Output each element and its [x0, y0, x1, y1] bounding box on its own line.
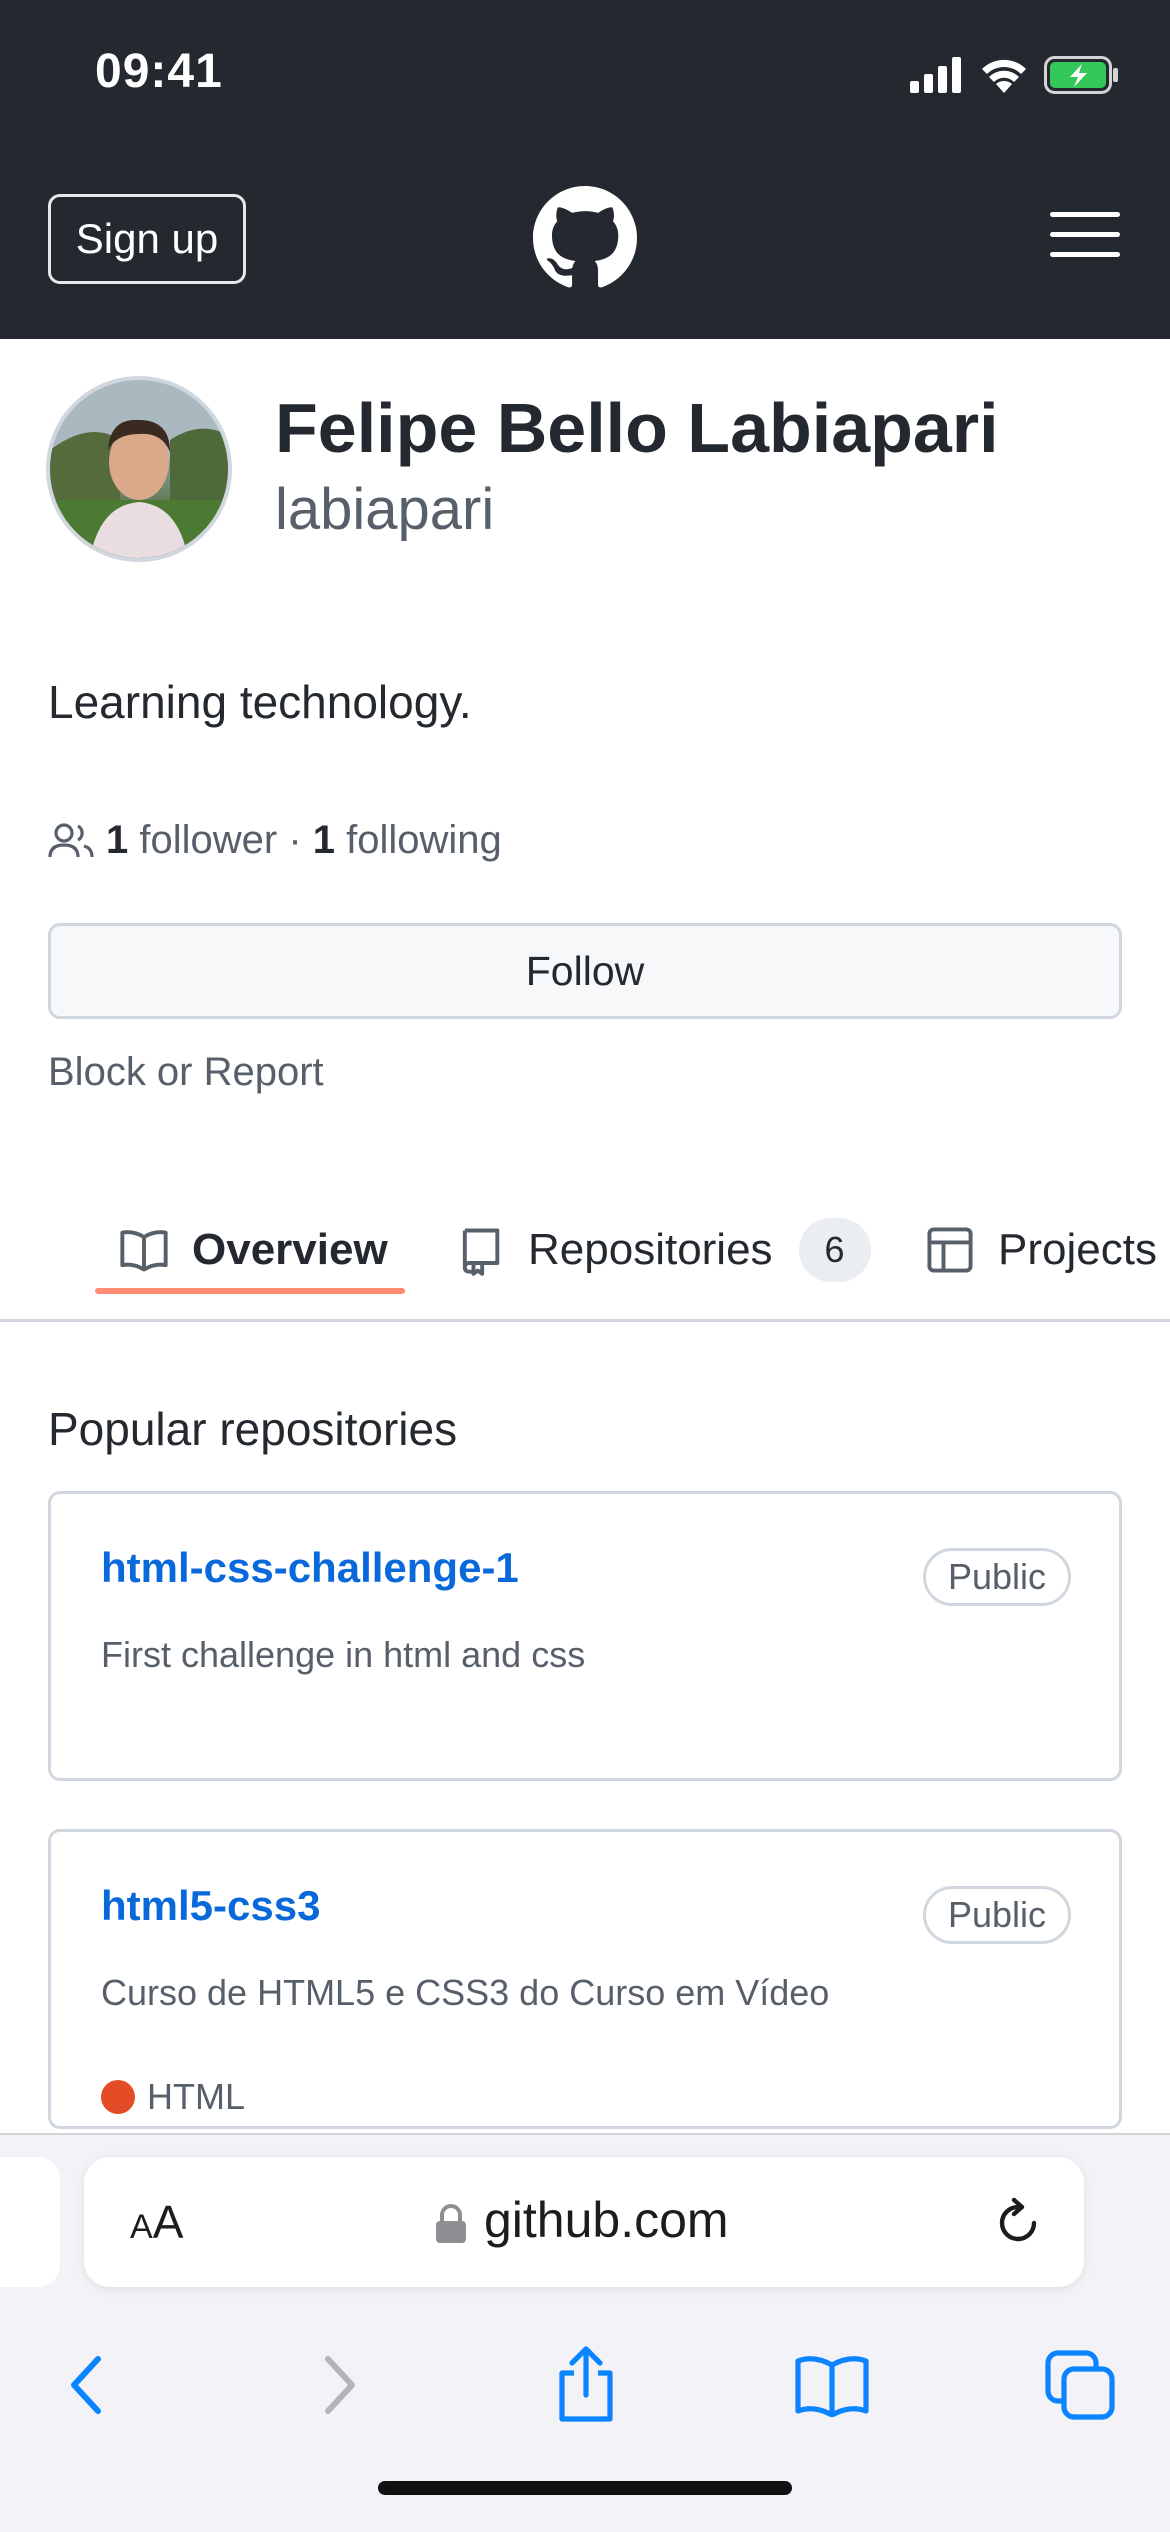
visibility-badge: Public: [922, 1886, 1071, 1944]
github-logo-icon[interactable]: [533, 186, 637, 290]
open-book-icon: [795, 2356, 869, 2417]
language-label: HTML: [147, 2076, 245, 2117]
repo-language: HTML: [101, 2076, 245, 2118]
status-time: 09:41: [95, 45, 223, 98]
profile-tabs: Overview Repositories 6 Projects: [0, 1180, 1170, 1322]
followers-label: follower: [139, 818, 278, 862]
follow-stats: 1 follower · 1 following: [48, 818, 502, 863]
wifi-icon: [982, 59, 1026, 93]
previous-tab-preview[interactable]: [0, 2157, 60, 2287]
visibility-badge: Public: [922, 1548, 1071, 1606]
share-button[interactable]: [546, 2345, 626, 2425]
sign-up-button[interactable]: Sign up: [48, 194, 246, 284]
address-bar[interactable]: AA github.com: [84, 2157, 1084, 2287]
back-button[interactable]: [46, 2345, 126, 2425]
active-tab-underline: [95, 1288, 405, 1294]
tab-overview[interactable]: Overview: [118, 1180, 388, 1319]
tab-overview-label: Overview: [192, 1224, 388, 1274]
reader-text-size-button[interactable]: AA: [130, 2195, 183, 2249]
reload-icon[interactable]: [992, 2197, 1044, 2249]
avatar[interactable]: [46, 376, 232, 562]
repo-icon: [462, 1228, 500, 1276]
tabs-button[interactable]: [1040, 2345, 1120, 2425]
profile-bio: Learning technology.: [48, 676, 472, 728]
hamburger-menu-icon[interactable]: [1050, 210, 1120, 260]
url-text: github.com: [484, 2192, 729, 2248]
bookmarks-button[interactable]: [792, 2345, 872, 2425]
book-icon: [120, 1229, 168, 1271]
aa-small: A: [130, 2208, 153, 2246]
followers-link[interactable]: 1 follower: [106, 818, 277, 863]
battery-charging-icon: [1044, 56, 1118, 94]
following-count: 1: [312, 818, 336, 862]
repo-description: First challenge in html and css: [101, 1634, 586, 1675]
status-bar: 09:41: [0, 0, 1170, 142]
avatar-photo: [50, 380, 228, 558]
forward-button[interactable]: [300, 2345, 380, 2425]
chevron-left-icon: [71, 2356, 101, 2414]
profile-name: Felipe Bello Labiapari: [275, 389, 999, 467]
home-indicator: [378, 2481, 792, 2495]
follow-button[interactable]: Follow: [48, 923, 1122, 1019]
following-link[interactable]: 1 following: [313, 818, 502, 863]
aa-large: A: [152, 2196, 184, 2248]
language-color-dot: [101, 2080, 135, 2114]
tab-repositories-label: Repositories: [528, 1224, 773, 1274]
profile-username: labiapari: [275, 477, 495, 542]
table-icon: [927, 1226, 973, 1273]
tab-projects-label: Projects: [998, 1224, 1157, 1274]
repositories-count-badge: 6: [798, 1217, 871, 1282]
site-header: Sign up: [0, 142, 1170, 339]
repo-card: html5-css3 Public Curso de HTML5 e CSS3 …: [48, 1829, 1122, 2129]
chevron-right-icon: [325, 2356, 355, 2414]
repo-name-link[interactable]: html-css-challenge-1: [101, 1544, 519, 1592]
followers-count: 1: [106, 818, 129, 862]
section-title: Popular repositories: [48, 1403, 458, 1455]
repo-name-link[interactable]: html5-css3: [101, 1882, 320, 1930]
browser-bottom-bar: AA github.com: [0, 2133, 1170, 2532]
lock-icon: [436, 2204, 466, 2243]
tab-repositories[interactable]: Repositories 6: [454, 1180, 871, 1319]
repo-card: html-css-challenge-1 Public First challe…: [48, 1491, 1122, 1781]
browser-toolbar: [0, 2325, 1170, 2425]
tabs-icon: [1045, 2350, 1115, 2420]
tab-projects[interactable]: Projects: [924, 1180, 1157, 1319]
block-or-report-link[interactable]: Block or Report: [48, 1050, 324, 1095]
cellular-signal-icon: [910, 57, 961, 93]
repo-description: Curso de HTML5 e CSS3 do Curso em Vídeo: [101, 1972, 830, 2013]
share-icon: [559, 2346, 613, 2422]
following-label: following: [346, 818, 502, 862]
people-icon: [48, 822, 94, 857]
status-icons: [910, 50, 1120, 100]
stats-separator: ·: [277, 818, 313, 862]
